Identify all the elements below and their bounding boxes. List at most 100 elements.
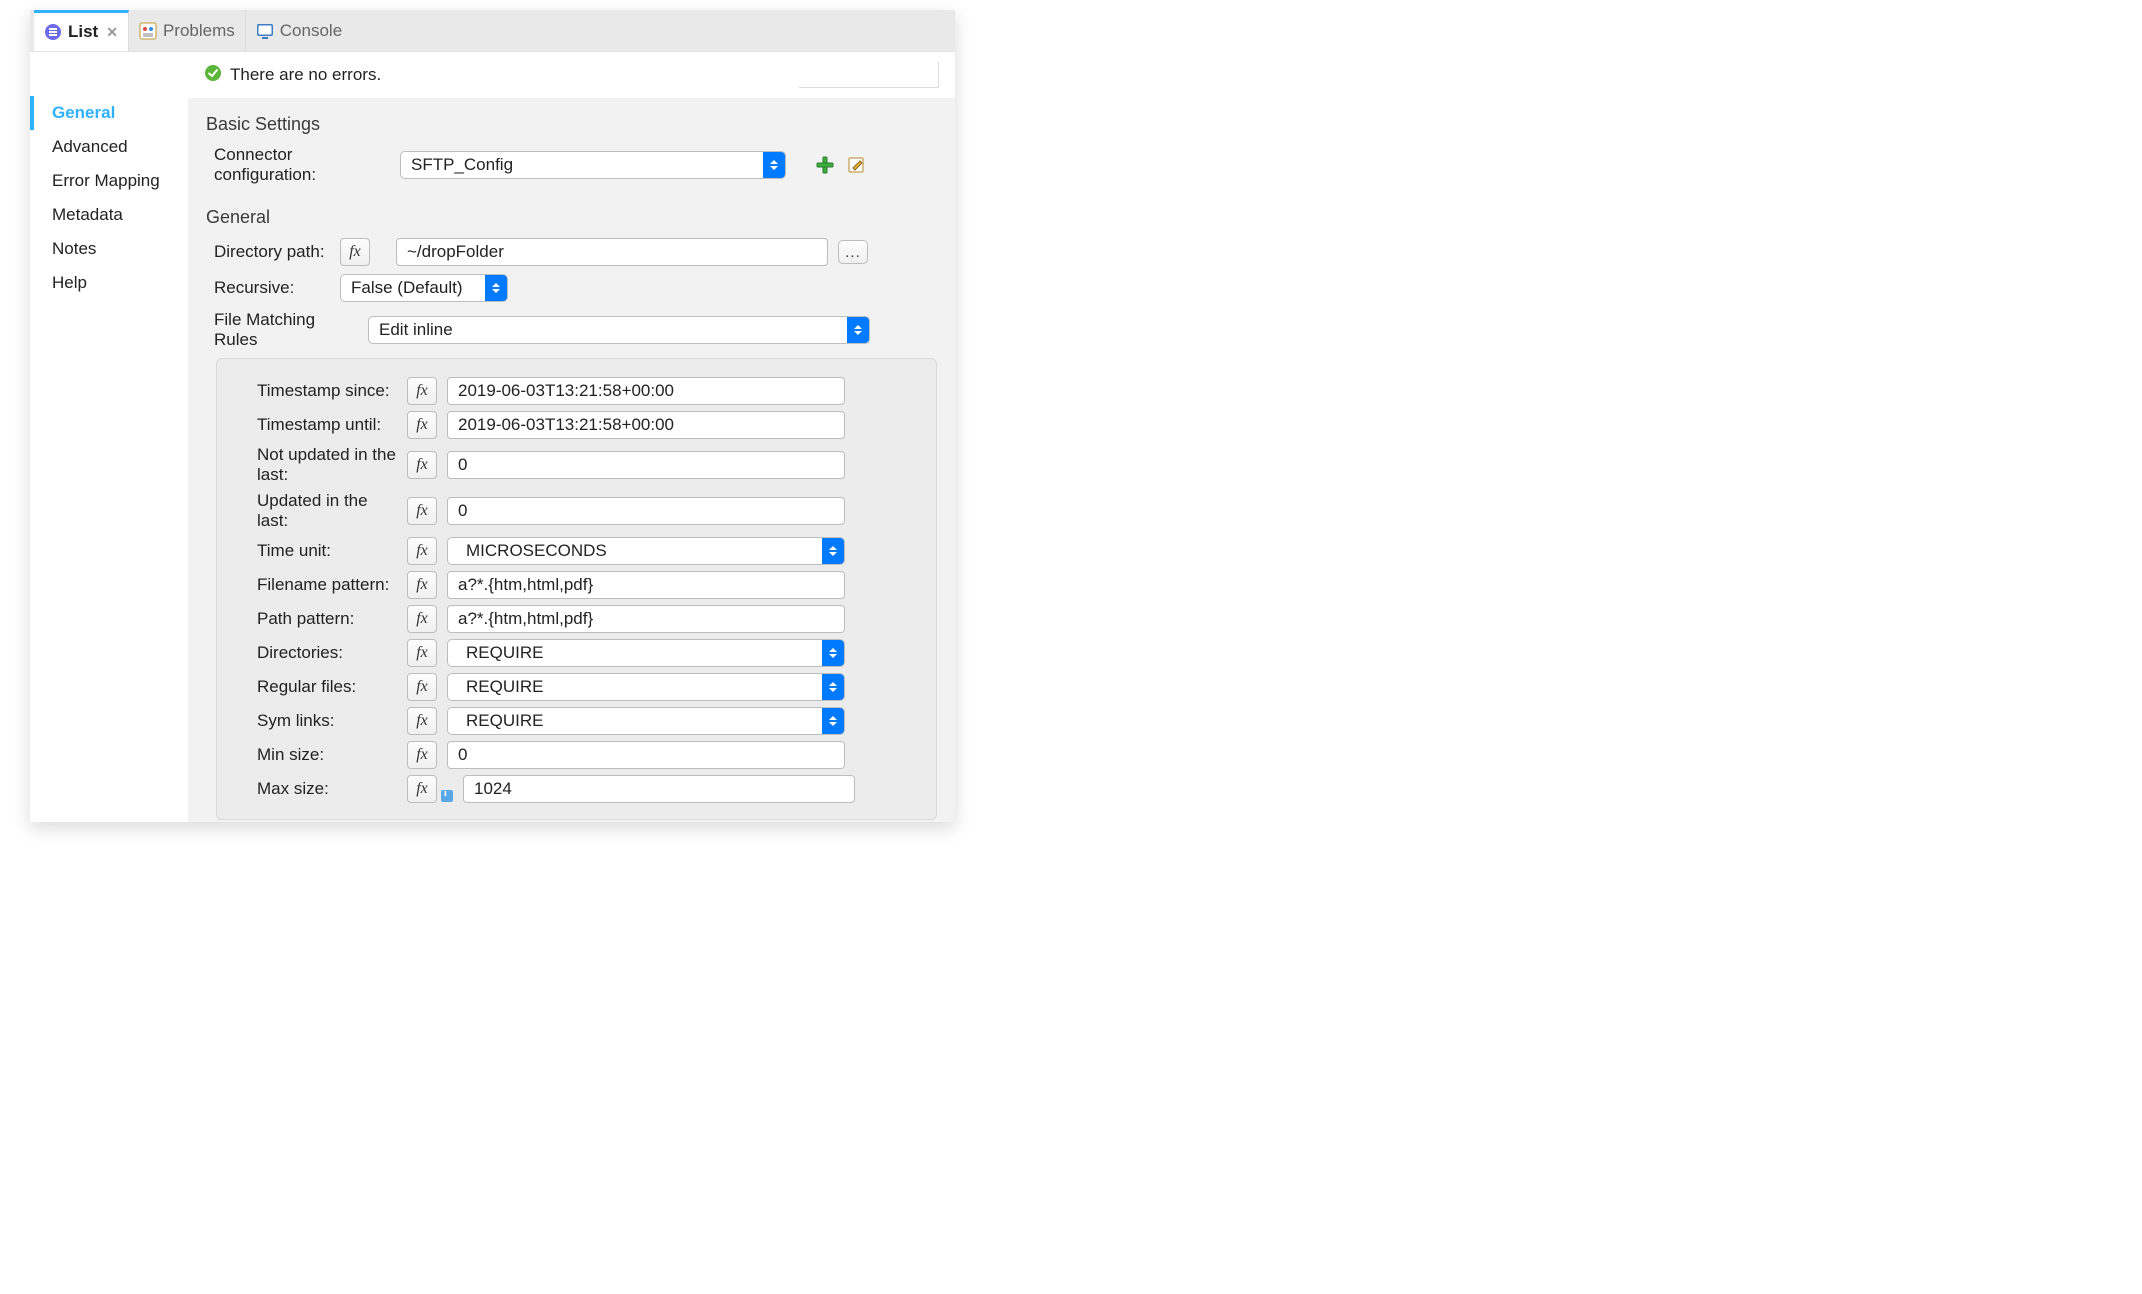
directory-path-input[interactable]: ~/dropFolder [396,238,828,266]
directory-path-label: Directory path: [206,242,330,262]
tab-console-label: Console [280,21,342,41]
file-matching-value: Edit inline [379,320,453,339]
fx-button[interactable]: fx [407,377,437,405]
main-panel: There are no errors. Basic Settings Conn… [188,52,955,822]
value: 1024 [474,779,512,798]
recursive-label: Recursive: [206,278,330,298]
recursive-select[interactable]: False (Default) [340,274,508,302]
sidebar-label: Metadata [52,205,123,224]
fx-button[interactable]: fx [407,411,437,439]
select-arrows-icon [822,708,844,734]
directory-path-value: ~/dropFolder [407,242,504,261]
tab-list[interactable]: List ✕ [34,10,129,51]
console-icon [256,22,274,40]
sidebar-label: Advanced [52,137,128,156]
select-arrows-icon [822,640,844,666]
fx-button[interactable]: fx [407,571,437,599]
value: 2019-06-03T13:21:58+00:00 [458,415,674,434]
fx-button[interactable]: fx [407,775,437,803]
fx-button[interactable]: fx [407,497,437,525]
add-config-button[interactable] [814,154,836,176]
updated-input[interactable]: 0 [447,497,845,525]
value: MICROSECONDS [466,541,607,560]
value: 2019-06-03T13:21:58+00:00 [458,381,674,400]
directories-label: Directories: [233,643,397,663]
tab-problems[interactable]: Problems [129,10,246,51]
fx-button[interactable]: fx [407,673,437,701]
fx-button[interactable]: fx [407,741,437,769]
time-unit-select[interactable]: MICROSECONDS [447,537,845,565]
fx-button[interactable]: fx [407,707,437,735]
sidebar-label: Help [52,273,87,292]
fx-button[interactable]: fx [407,605,437,633]
timestamp-since-input[interactable]: 2019-06-03T13:21:58+00:00 [447,377,845,405]
regular-files-select[interactable]: REQUIRE [447,673,845,701]
file-matching-select[interactable]: Edit inline [368,316,870,344]
basic-settings-heading: Basic Settings [206,114,937,135]
path-pattern-input[interactable]: a?*.{htm,html,pdf} [447,605,845,633]
recursive-value: False (Default) [351,278,462,297]
close-icon[interactable]: ✕ [106,24,118,41]
tab-problems-label: Problems [163,21,235,41]
value: 0 [458,501,467,520]
connector-config-value: SFTP_Config [411,155,513,174]
value: REQUIRE [466,643,543,662]
sidebar-item-metadata[interactable]: Metadata [30,198,188,232]
timestamp-until-input[interactable]: 2019-06-03T13:21:58+00:00 [447,411,845,439]
select-arrows-icon [822,674,844,700]
tab-console[interactable]: Console [246,10,352,51]
select-arrows-icon [847,317,869,343]
list-icon [44,23,62,41]
path-pattern-label: Path pattern: [233,609,397,629]
value: a?*.{htm,html,pdf} [458,575,593,594]
filename-pattern-input[interactable]: a?*.{htm,html,pdf} [447,571,845,599]
status-text: There are no errors. [230,65,381,85]
sidebar-label: Notes [52,239,96,258]
sidebar: General Advanced Error Mapping Metadata … [30,52,188,822]
status-blank-field [799,62,939,88]
problems-icon [139,22,157,40]
fx-button[interactable]: fx [340,238,370,266]
directories-select[interactable]: REQUIRE [447,639,845,667]
fx-button[interactable]: fx [407,639,437,667]
updated-label: Updated in the last: [233,491,397,531]
select-arrows-icon [485,275,507,301]
sym-links-label: Sym links: [233,711,397,731]
fx-button[interactable]: fx [407,537,437,565]
file-matching-rules-panel: Timestamp since: fx 2019-06-03T13:21:58+… [216,358,937,820]
tabstrip: List ✕ Problems Console [30,10,955,52]
file-matching-label: File Matching Rules [206,310,358,350]
check-icon [204,64,222,87]
status-bar: There are no errors. [188,52,955,98]
sidebar-label: General [52,103,115,122]
value: 0 [458,455,467,474]
window: List ✕ Problems Console General Advanced… [30,10,955,822]
min-size-label: Min size: [233,745,397,765]
select-arrows-icon [763,152,785,178]
info-icon[interactable] [441,790,453,802]
edit-config-button[interactable] [846,154,868,176]
connector-config-select[interactable]: SFTP_Config [400,151,786,179]
general-heading: General [206,207,937,228]
sidebar-item-notes[interactable]: Notes [30,232,188,266]
max-size-label: Max size: [233,779,397,799]
max-size-input[interactable]: 1024 [463,775,855,803]
browse-button[interactable]: ... [838,240,868,264]
not-updated-label: Not updated in the last: [233,445,397,485]
fx-button[interactable]: fx [407,451,437,479]
sidebar-label: Error Mapping [52,171,160,190]
sym-links-select[interactable]: REQUIRE [447,707,845,735]
regular-files-label: Regular files: [233,677,397,697]
connector-config-label: Connector configuration: [206,145,390,185]
sidebar-item-error-mapping[interactable]: Error Mapping [30,164,188,198]
sidebar-item-help[interactable]: Help [30,266,188,300]
sidebar-item-advanced[interactable]: Advanced [30,130,188,164]
select-arrows-icon [822,538,844,564]
sidebar-item-general[interactable]: General [30,96,188,130]
filename-pattern-label: Filename pattern: [233,575,397,595]
not-updated-input[interactable]: 0 [447,451,845,479]
time-unit-label: Time unit: [233,541,397,561]
value: REQUIRE [466,677,543,696]
value: a?*.{htm,html,pdf} [458,609,593,628]
min-size-input[interactable]: 0 [447,741,845,769]
